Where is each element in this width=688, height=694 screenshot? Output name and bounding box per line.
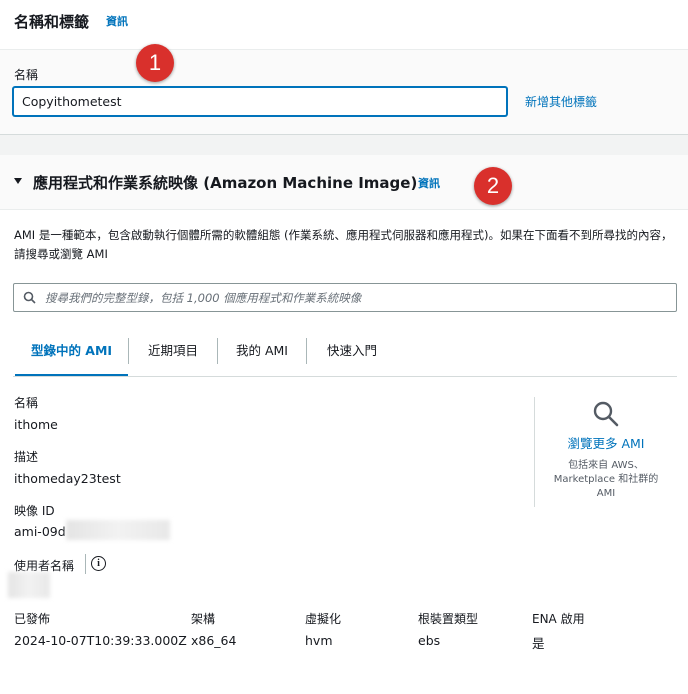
name-field-label: 名稱 bbox=[14, 68, 39, 82]
ena-label: ENA 啟用 bbox=[532, 612, 585, 626]
name-section-title: 名稱和標籤 bbox=[14, 13, 90, 31]
annotation-badge-2: 2 bbox=[474, 167, 512, 205]
search-icon bbox=[23, 291, 36, 304]
add-tags-link[interactable]: 新增其他標籤 bbox=[525, 93, 597, 110]
image-id-label: 映像 ID bbox=[14, 504, 55, 518]
annotation-badge-1: 1 bbox=[136, 44, 174, 82]
browse-divider bbox=[534, 397, 535, 507]
arch-label: 架構 bbox=[191, 612, 216, 626]
ami-description: AMI 是一種範本，包含啟動執行個體所需的軟體組態 (作業系統、應用程式伺服器和… bbox=[14, 228, 673, 261]
ami-name-label: 名稱 bbox=[14, 396, 39, 410]
redacted-username bbox=[8, 572, 50, 598]
arch-value: x86_64 bbox=[191, 633, 237, 648]
search-icon[interactable] bbox=[592, 400, 620, 428]
ami-desc-label: 描述 bbox=[14, 450, 39, 464]
section-gap bbox=[0, 134, 688, 156]
ami-name-value: ithome bbox=[14, 417, 58, 432]
tab-catalog-ami[interactable]: 型錄中的 AMI bbox=[15, 333, 128, 369]
search-placeholder: 搜尋我們的完整型錄，包括 1,000 個應用程式和作業系統映像 bbox=[45, 291, 362, 305]
tabs-bottom-border bbox=[13, 376, 677, 377]
browse-subtext: 包括來自 AWS、Marketplace 和社群的 AMI bbox=[553, 460, 659, 499]
ami-search-input[interactable]: 搜尋我們的完整型錄，包括 1,000 個應用程式和作業系統映像 bbox=[13, 283, 677, 312]
root-device-label: 根裝置類型 bbox=[418, 612, 479, 626]
name-input-value: Copyithometest bbox=[22, 94, 122, 109]
collapse-caret-icon[interactable] bbox=[14, 178, 22, 184]
tab-recent[interactable]: 近期項目 bbox=[129, 333, 217, 369]
image-id-value: ami-09d bbox=[14, 524, 66, 539]
tab-my-ami[interactable]: 我的 AMI bbox=[218, 333, 306, 369]
label-separator bbox=[85, 554, 86, 574]
virt-value: hvm bbox=[305, 633, 333, 648]
redacted-image-id bbox=[66, 520, 170, 540]
name-info-link[interactable]: 資訊 bbox=[106, 13, 128, 29]
name-section-header bbox=[0, 0, 688, 50]
browse-more-ami-link[interactable]: 瀏覽更多 AMI bbox=[535, 433, 677, 452]
name-input[interactable]: Copyithometest bbox=[13, 87, 507, 116]
root-device-value: ebs bbox=[418, 633, 441, 648]
info-icon[interactable]: i bbox=[91, 556, 106, 571]
published-value: 2024-10-07T10:39:33.000Z bbox=[14, 633, 187, 648]
ami-section-title[interactable]: 應用程式和作業系統映像 (Amazon Machine Image) bbox=[33, 172, 417, 193]
virt-label: 虛擬化 bbox=[305, 612, 342, 626]
tab-quick-start[interactable]: 快速入門 bbox=[307, 333, 397, 369]
ami-desc-value: ithomeday23test bbox=[14, 471, 121, 486]
published-label: 已發佈 bbox=[14, 612, 51, 626]
ami-info-link[interactable]: 資訊 bbox=[418, 175, 440, 191]
ena-value: 是 bbox=[532, 636, 545, 651]
